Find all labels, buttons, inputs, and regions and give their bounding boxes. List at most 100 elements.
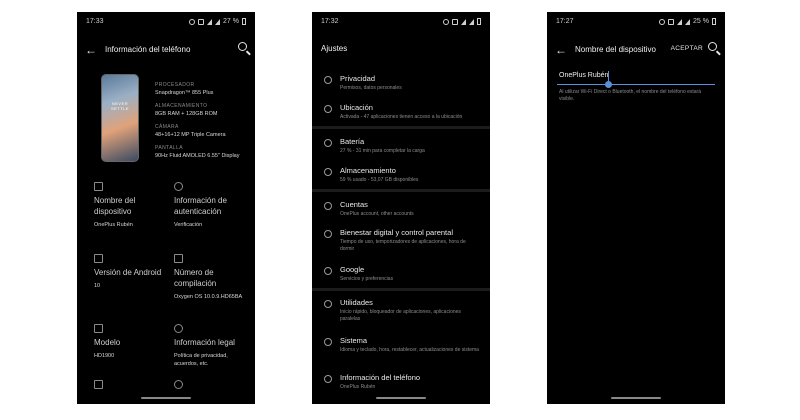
settings-item-subtitle: 27 % - 31 min para completar la carga	[340, 148, 425, 154]
settings-item-title: Ubicación	[340, 103, 373, 112]
tile-detail: OnePlus Rubén	[94, 222, 133, 228]
spec-label: PROCESADOR	[155, 82, 195, 88]
battery-level: 27 %	[223, 18, 239, 25]
tile-detail: Oxygen OS 10.0.9.HD65BA	[174, 294, 243, 300]
settings-item-title: Bienestar digital y control parental	[340, 228, 453, 237]
google-icon	[324, 267, 332, 275]
settings-item-subtitle: Tiempo de uso, temporizadores de aplicac…	[340, 239, 466, 252]
tile-detail: Verificación	[174, 222, 203, 228]
spec-label: ALMACENAMIENTO	[155, 103, 208, 109]
settings-item-title: Utilidades	[340, 298, 373, 307]
alarm-icon	[189, 18, 196, 25]
tile-title: Versión de Android	[94, 268, 162, 277]
phone-icon	[94, 182, 103, 191]
tile-more-right[interactable]	[174, 380, 246, 389]
spec-value: 90Hz Fluid AMOLED 6.55" Display	[155, 153, 240, 159]
helper-text: Al utilizar Wi-Fi Direct o Bluetooth, el…	[559, 89, 702, 102]
page-title: Ajustes	[321, 44, 348, 53]
dnd-icon	[668, 18, 675, 25]
gesture-bar[interactable]	[611, 397, 661, 399]
back-arrow-icon[interactable]: ←	[555, 43, 567, 57]
device-name-value: OnePlus Rubén	[559, 72, 609, 79]
signal-icon	[215, 18, 221, 25]
tile-title: Número de compilación	[174, 268, 217, 288]
tile-detail: HD1900	[94, 353, 115, 359]
android-icon	[94, 254, 103, 263]
page-title: Nombre del dispositivo	[575, 45, 656, 54]
alarm-icon	[659, 18, 666, 25]
spec-value: Snapdragon™ 855 Plus	[155, 90, 214, 96]
alarm-icon	[443, 18, 449, 25]
settings-item-subtitle: OnePlus Rubén	[340, 384, 376, 390]
back-arrow-icon[interactable]: ←	[85, 43, 97, 57]
tile-model[interactable]: Modelo HD1900	[94, 324, 166, 360]
spec-display: PANTALLA 90Hz Fluid AMOLED 6.55" Display	[155, 145, 240, 159]
accounts-icon	[324, 202, 332, 210]
settings-item-title: Almacenamiento	[340, 166, 396, 175]
divider	[312, 189, 490, 192]
battery-icon	[477, 18, 481, 25]
battery-icon	[324, 139, 332, 147]
info-icon	[324, 375, 332, 383]
cube-icon	[94, 324, 103, 333]
spec-label: PANTALLA	[155, 145, 184, 151]
settings-item-subtitle: Inicio rápido, bloqueador de aplicacione…	[340, 309, 461, 322]
search-icon[interactable]	[238, 42, 247, 51]
device-info-screen: 17:33 27 % ← Información del teléfono NE…	[77, 12, 255, 404]
settings-item-title: Batería	[340, 137, 365, 146]
tile-build-number[interactable]: Número de compilación Oxygen OS 10.0.9.H…	[174, 254, 246, 301]
settings-item-subtitle: Permisos, datos personales	[340, 85, 402, 91]
settings-item-subtitle: Idioma y teclado, hora, restablecer, act…	[340, 347, 479, 353]
gesture-bar[interactable]	[141, 397, 191, 399]
tile-authentication[interactable]: Información de autenticación Verificació…	[174, 182, 246, 229]
divider	[312, 126, 490, 129]
battery-icon	[712, 18, 716, 25]
accept-button[interactable]: ACEPTAR	[671, 45, 703, 52]
device-name-input[interactable]: OnePlus Rubén	[557, 70, 715, 88]
wellbeing-icon	[324, 230, 332, 238]
status-time: 17:32	[321, 18, 339, 25]
copyright-icon	[174, 324, 183, 333]
settings-item-title: Privacidad	[340, 74, 376, 83]
gesture-bar[interactable]	[376, 397, 426, 399]
list-icon	[94, 380, 103, 389]
badge-icon	[174, 380, 183, 389]
battery-level: 25 %	[693, 18, 709, 25]
layers-icon	[174, 254, 183, 263]
spec-value: 8GB RAM + 128GB ROM	[155, 111, 218, 117]
spec-storage: ALMACENAMIENTO 8GB RAM + 128GB ROM	[155, 103, 218, 117]
cursor-handle[interactable]	[605, 81, 612, 88]
tile-title: Información legal	[174, 338, 235, 347]
settings-item-title: Sistema	[340, 336, 368, 345]
tile-title: Nombre del dispositivo	[94, 196, 136, 216]
settings-item-subtitle: Servicios y preferencias	[340, 276, 394, 282]
phone-image-wallpaper-text: NEVER SETTLE	[110, 101, 130, 111]
signal-icon	[469, 18, 474, 25]
status-bar: 17:33 27 %	[86, 18, 246, 30]
tile-title: Modelo	[94, 338, 121, 347]
spec-camera: CÁMARA 48+16+12 MP Triple Camera	[155, 124, 226, 138]
location-icon	[324, 105, 332, 113]
spec-label: CÁMARA	[155, 124, 179, 130]
status-bar: 17:27 25 %	[556, 18, 716, 30]
settings-item-subtitle: 59 % usado - 53,07 GB disponibles	[340, 177, 419, 183]
tile-title: Información de autenticación	[174, 196, 227, 216]
storage-icon	[324, 168, 332, 176]
status-time: 17:33	[86, 18, 104, 25]
wifi-icon	[207, 18, 213, 25]
battery-icon	[242, 18, 246, 25]
device-name-screen: 17:27 25 % ← Nombre del dispositivo ACEP…	[547, 12, 725, 404]
system-icon	[324, 338, 332, 346]
spec-value: 48+16+12 MP Triple Camera	[155, 132, 226, 138]
tile-device-name[interactable]: Nombre del dispositivo OnePlus Rubén	[94, 182, 166, 229]
divider	[312, 288, 490, 291]
tile-more-left[interactable]	[94, 380, 166, 389]
tile-android-version[interactable]: Versión de Android 10	[94, 254, 166, 290]
tile-detail: Política de privacidad, acuerdos, etc.	[174, 353, 228, 367]
settings-item-title: Información del teléfono	[340, 373, 421, 382]
tile-legal[interactable]: Información legal Política de privacidad…	[174, 324, 246, 368]
settings-item-title: Cuentas	[340, 200, 368, 209]
search-icon[interactable]	[708, 42, 717, 51]
settings-item-title: Google	[340, 265, 365, 274]
settings-screen: 17:32 Ajustes Privacidad Permisos, datos…	[312, 12, 490, 404]
